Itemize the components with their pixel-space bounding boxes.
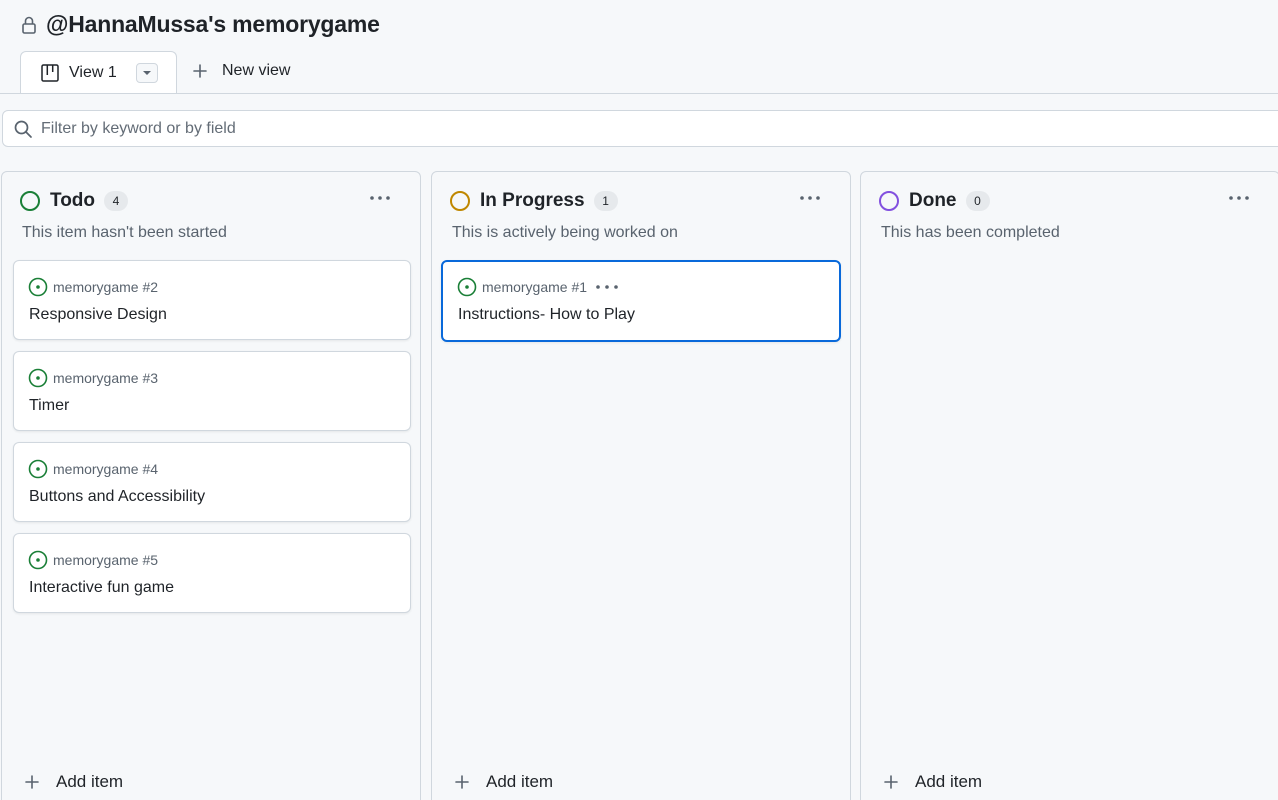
column-in-progress: In Progress 1 This is actively being wor… <box>431 171 851 800</box>
count-badge: 1 <box>593 191 618 211</box>
add-item-label: Add item <box>486 772 554 791</box>
filter-bar[interactable] <box>2 110 1278 147</box>
plus-icon <box>192 63 208 79</box>
project-header: @HannaMussa's memorygame View 1 New view <box>0 0 1278 94</box>
column-title: In Progress <box>480 190 585 211</box>
status-circle-icon <box>450 191 470 211</box>
card-title[interactable]: Timer <box>29 397 69 415</box>
column-done: Done 0 This has been completed Add item <box>860 171 1278 800</box>
tab-view-1[interactable]: View 1 <box>20 51 177 94</box>
count-badge: 4 <box>104 191 129 211</box>
page-title: @HannaMussa's memorygame <box>46 11 380 37</box>
issue-opened-icon <box>28 459 48 479</box>
card-meta: memorygame #4 <box>28 459 158 479</box>
issue-opened-icon <box>28 550 48 570</box>
board-icon <box>41 63 59 82</box>
card-meta: memorygame #1 <box>457 277 620 297</box>
tabs-divider <box>0 93 1278 94</box>
card-meta: memorygame #5 <box>28 550 158 570</box>
card-reference[interactable]: memorygame #5 <box>53 552 158 568</box>
plus-icon <box>883 774 899 790</box>
kebab-horizontal-icon[interactable] <box>368 188 392 208</box>
column-description: This item hasn't been started <box>22 224 227 241</box>
issue-opened-icon <box>28 277 48 297</box>
column-title: Todo <box>50 190 96 211</box>
card-title[interactable]: Responsive Design <box>29 306 167 324</box>
tab-label: View 1 <box>69 63 117 81</box>
column-description: This has been completed <box>881 224 1060 241</box>
filter-input[interactable] <box>41 119 641 138</box>
plus-icon <box>454 774 470 790</box>
new-view-label: New view <box>222 62 291 79</box>
card-title[interactable]: Instructions- How to Play <box>458 306 635 324</box>
status-circle-icon <box>879 191 899 211</box>
triangle-down-icon[interactable] <box>136 63 158 83</box>
card[interactable]: memorygame #2 Responsive Design <box>13 260 411 340</box>
card-reference[interactable]: memorygame #4 <box>53 461 158 477</box>
add-item-button[interactable]: Add item <box>883 772 982 792</box>
add-item-label: Add item <box>915 772 983 791</box>
issue-opened-icon <box>28 368 48 388</box>
new-view-button[interactable]: New view <box>192 62 290 80</box>
card[interactable]: memorygame #4 Buttons and Accessibility <box>13 442 411 522</box>
column-header: Todo 4 <box>20 190 129 212</box>
add-item-label: Add item <box>56 772 124 791</box>
card-meta: memorygame #3 <box>28 368 158 388</box>
card-reference[interactable]: memorygame #3 <box>53 370 158 386</box>
lock-icon <box>20 15 38 35</box>
column-header: In Progress 1 <box>450 190 618 212</box>
kebab-horizontal-icon[interactable] <box>596 280 620 294</box>
column-header: Done 0 <box>879 190 990 212</box>
card[interactable]: memorygame #5 Interactive fun game <box>13 533 411 613</box>
card-reference[interactable]: memorygame #1 <box>482 279 587 295</box>
card[interactable]: memorygame #3 Timer <box>13 351 411 431</box>
card-selected[interactable]: memorygame #1 Instructions- How to Play <box>441 260 841 342</box>
plus-icon <box>24 774 40 790</box>
card-title[interactable]: Interactive fun game <box>29 579 174 597</box>
column-description: This is actively being worked on <box>452 224 678 241</box>
title-row: @HannaMussa's memorygame <box>20 11 380 38</box>
card-title[interactable]: Buttons and Accessibility <box>29 488 205 506</box>
issue-opened-icon <box>457 277 477 297</box>
column-title: Done <box>909 190 957 211</box>
count-badge: 0 <box>965 191 990 211</box>
status-circle-icon <box>20 191 40 211</box>
card-meta: memorygame #2 <box>28 277 158 297</box>
card-reference[interactable]: memorygame #2 <box>53 279 158 295</box>
add-item-button[interactable]: Add item <box>24 772 123 792</box>
search-icon <box>13 119 33 139</box>
kebab-horizontal-icon[interactable] <box>798 188 822 208</box>
column-todo: Todo 4 This item hasn't been started mem… <box>1 171 421 800</box>
kebab-horizontal-icon[interactable] <box>1227 188 1251 208</box>
add-item-button[interactable]: Add item <box>454 772 553 792</box>
